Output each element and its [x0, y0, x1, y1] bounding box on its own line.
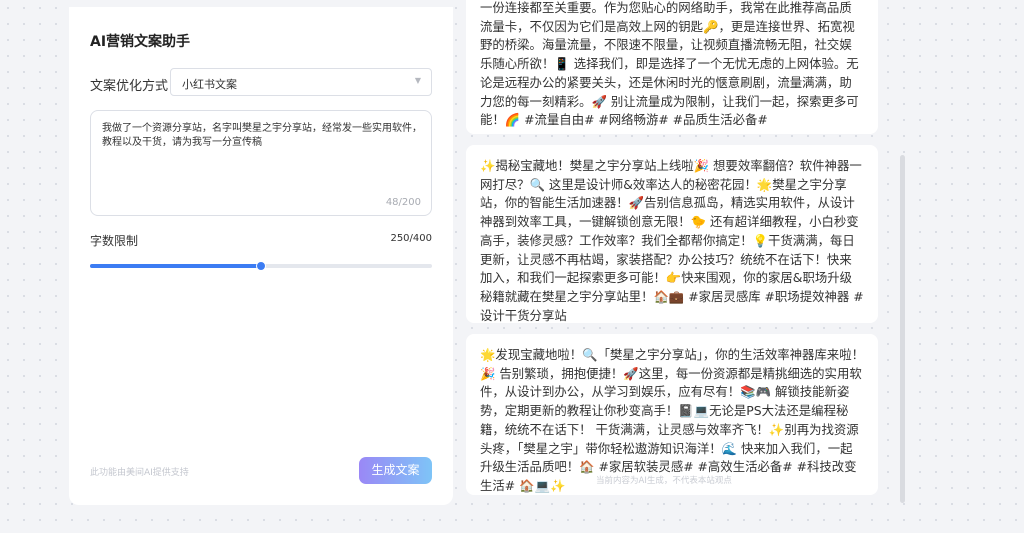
word-limit-slider[interactable] [90, 261, 432, 271]
result-card: 一份连接都至关重要。作为您贴心的网络助手，我常在此推荐高品质流量卡，不仅因为它们… [466, 0, 878, 134]
prompt-char-count: 48/200 [385, 197, 421, 208]
optimize-mode-value: 小红书文案 [182, 78, 237, 91]
settings-panel: AI营销文案助手 文案优化方式 小红书文案 ▼ 我做了一个资源分享站，名字叫樊星… [69, 7, 453, 505]
results-area: 一份连接都至关重要。作为您贴心的网络助手，我常在此推荐高品质流量卡，不仅因为它们… [466, 0, 908, 505]
results-scrollbar[interactable] [900, 155, 905, 503]
word-limit-value: 250/400 [390, 233, 432, 244]
result-card: 🌟发现宝藏地啦！🔍「樊星之宇分享站」，你的生活效率神器库来啦！🎉 告别繁琐，拥抱… [466, 334, 878, 495]
prompt-text: 我做了一个资源分享站，名字叫樊星之宇分享站，经常发一些实用软件，教程以及干货，请… [102, 123, 422, 148]
ai-disclaimer: 当前内容为AI生成，不代表本站观点 [596, 476, 732, 486]
optimize-mode-label: 文案优化方式 [90, 79, 169, 94]
word-limit-label: 字数限制 [90, 234, 139, 248]
chevron-down-icon: ▼ [414, 76, 421, 85]
slider-thumb[interactable] [256, 261, 266, 271]
slider-fill [90, 264, 261, 268]
prompt-textarea[interactable]: 我做了一个资源分享站，名字叫樊星之宇分享站，经常发一些实用软件，教程以及干货，请… [90, 110, 432, 216]
panel-title: AI营销文案助手 [90, 34, 191, 50]
optimize-mode-select[interactable]: 小红书文案 ▼ [170, 68, 432, 96]
powered-by-note: 此功能由美间AI提供支持 [90, 468, 189, 478]
result-card: ✨揭秘宝藏地！樊星之宇分享站上线啦🎉 想要效率翻倍？软件神器一网打尽？🔍 这里是… [466, 145, 878, 323]
generate-button[interactable]: 生成文案 [359, 457, 432, 484]
